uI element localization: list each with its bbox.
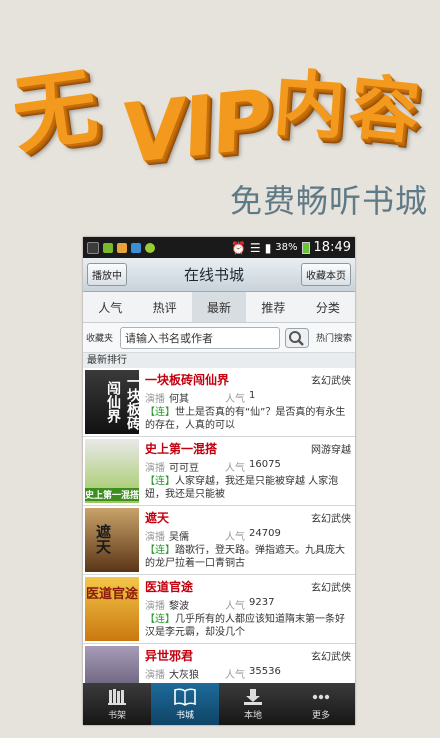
favorites-link[interactable]: 收藏夹 (86, 331, 120, 344)
tab-recommended[interactable]: 推荐 (246, 292, 300, 322)
category-tabs: 人气 热评 最新 推荐 分类 (83, 292, 355, 323)
serial-tag: 【连】 (145, 407, 175, 418)
app-notify-icon (131, 242, 141, 253)
narrator-name: 黎波 (169, 601, 189, 612)
book-cover: 史上第一混搭 (85, 439, 139, 503)
book-category: 玄幻武侠 (311, 583, 351, 594)
popularity-value: 35536 (249, 666, 281, 677)
nav-local[interactable]: 本地 (219, 683, 287, 725)
promo-subtitle: 免费畅听书城 (229, 182, 428, 220)
tab-hot-reviews[interactable]: 热评 (137, 292, 191, 322)
status-bar: ⏰ ☰ ▮ 38% 18:49 (83, 237, 355, 258)
signal-icon: ▮ (264, 240, 272, 255)
search-input[interactable]: 请输入书名或作者 (120, 326, 280, 349)
tab-latest[interactable]: 最新 (191, 292, 247, 322)
headline-word-2: VIP (120, 71, 272, 184)
book-category: 玄幻武侠 (311, 514, 351, 525)
nav-bookshelf[interactable]: 书架 (83, 683, 151, 725)
narrator-label: 演播 (145, 532, 165, 543)
popularity-label: 人气 (225, 532, 245, 543)
tab-categories[interactable]: 分类 (301, 292, 355, 322)
book-description: 世上是否真的有“仙”？是否真的有永生的存在，人真的可以 (145, 407, 346, 431)
serial-tag: 【连】 (145, 476, 175, 487)
promo-banner: 无 VIP 内 容 免费畅听书城 (0, 0, 440, 235)
nav-label: 书架 (107, 710, 126, 721)
popularity-value: 1 (249, 390, 256, 401)
page-title: 在线书城 (183, 266, 244, 284)
download-icon (244, 688, 262, 705)
nav-label: 更多 (311, 710, 330, 721)
book-cover: 医道官途 (85, 577, 139, 641)
book-cover (85, 646, 139, 683)
headline-word-4: 容 (345, 65, 424, 155)
bookshelf-icon (108, 688, 126, 705)
popularity-label: 人气 (225, 463, 245, 474)
promo-headline: 无 VIP 内 容 (6, 36, 432, 184)
popularity-value: 24709 (249, 528, 281, 539)
search-row: 收藏夹 请输入书名或作者 热门搜索 (83, 323, 355, 353)
serial-tag: 【连】 (145, 545, 175, 556)
narrator-name: 大灰狼 (169, 670, 199, 681)
popularity-value: 16075 (249, 459, 281, 470)
list-item[interactable]: 异世邪君 玄幻武侠 演播 大灰狼 人气 35536 (83, 644, 355, 683)
clock: 18:49 (313, 240, 351, 255)
app-notify-icon (145, 242, 155, 253)
book-description: 几乎所有的人都应该知道隋末第一条好汉是李元霸，却没几个 (145, 614, 345, 638)
search-icon (284, 327, 309, 348)
headline-word-1: 无 (6, 56, 104, 166)
popularity-label: 人气 (225, 670, 245, 681)
bottom-nav: 书架 书城 本地 更多 (83, 683, 355, 725)
now-playing-button[interactable]: 播放中 (87, 263, 127, 286)
serial-tag: 【连】 (145, 614, 175, 625)
list-item[interactable]: 史上第一混搭 史上第一混搭 网游穿越 演播 可可豆 人气 16075 【连】人家… (83, 437, 355, 506)
more-dots-icon (312, 694, 330, 699)
tab-popular[interactable]: 人气 (83, 292, 137, 322)
headline-word-3: 内 (270, 60, 349, 150)
app-notify-icon (117, 242, 127, 253)
list-item[interactable]: 医道官途 医道官途 玄幻武侠 演播 黎波 人气 9237 【连】几乎所有的人都应… (83, 575, 355, 644)
narrator-label: 演播 (145, 394, 165, 405)
book-category: 玄幻武侠 (311, 376, 351, 387)
narrator-name: 何其 (169, 394, 189, 405)
hot-search-link[interactable]: 热门搜索 (316, 331, 352, 344)
popularity-value: 9237 (249, 597, 275, 608)
nav-label: 书城 (175, 710, 194, 721)
phone-screen: ⏰ ☰ ▮ 38% 18:49 播放中 在线书城 收藏本页 人气 热评 最新 推… (83, 237, 355, 725)
narrator-label: 演播 (145, 670, 165, 681)
battery-level: 38% (275, 242, 298, 253)
nav-bookstore[interactable]: 书城 (151, 683, 219, 725)
popularity-label: 人气 (225, 601, 245, 612)
list-item[interactable]: 遮天 遮天 玄幻武侠 演播 吴儒 人气 24709 【连】踏歌行，登天路。弹指遮… (83, 506, 355, 575)
list-item[interactable]: 一块板砖闯仙界 一块板砖闯仙界 玄幻武侠 演播 何其 人气 1 【连】世上是否真… (83, 368, 355, 437)
nav-more[interactable]: 更多 (287, 683, 355, 725)
book-open-icon (174, 688, 196, 706)
book-description: 踏歌行，登天路。弹指遮天。九具庞大的龙尸拉着一口青铜古 (145, 545, 345, 569)
bookmark-page-button[interactable]: 收藏本页 (300, 263, 351, 286)
narrator-label: 演播 (145, 463, 165, 474)
book-category: 玄幻武侠 (311, 652, 351, 663)
narrator-name: 吴儒 (169, 532, 189, 543)
search-button[interactable] (282, 327, 312, 349)
wifi-icon: ☰ (249, 240, 261, 255)
title-bar: 播放中 在线书城 收藏本页 (83, 258, 355, 292)
battery-icon (301, 241, 310, 254)
narrator-label: 演播 (145, 601, 165, 612)
book-category: 网游穿越 (311, 445, 351, 456)
book-list: 一块板砖闯仙界 一块板砖闯仙界 玄幻武侠 演播 何其 人气 1 【连】世上是否真… (83, 368, 355, 683)
app-notify-icon (103, 242, 113, 253)
popularity-label: 人气 (225, 394, 245, 405)
alarm-icon: ⏰ (230, 240, 246, 255)
nav-label: 本地 (243, 710, 262, 721)
narrator-name: 可可豆 (169, 463, 199, 474)
book-cover: 遮天 (85, 508, 139, 572)
book-cover: 一块板砖闯仙界 (85, 370, 139, 434)
usb-icon (87, 241, 99, 254)
